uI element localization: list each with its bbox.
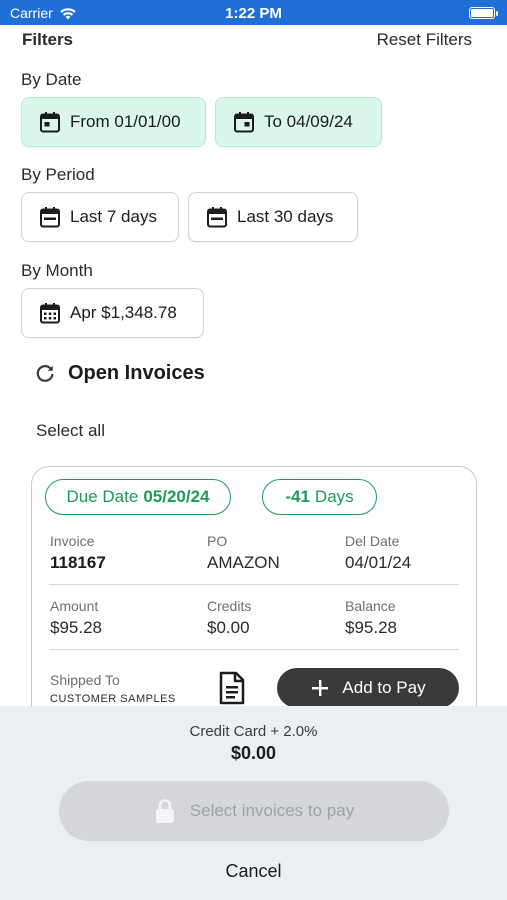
plus-icon bbox=[312, 680, 329, 696]
payment-total: $0.00 bbox=[230, 743, 277, 763]
filters-header: Filters Reset Filters bbox=[22, 28, 472, 52]
page-title: Filters bbox=[22, 30, 74, 49]
last-7-days-label: Last 7 days bbox=[70, 207, 157, 226]
credits-label: Credits bbox=[207, 598, 252, 614]
calendar-icon bbox=[40, 112, 60, 133]
to-date-chip[interactable]: To 04/09/24 bbox=[215, 97, 382, 147]
amount-label: Amount bbox=[50, 598, 99, 614]
select-invoices-to-pay-button[interactable]: Select invoices to pay bbox=[59, 781, 449, 841]
cancel-button[interactable]: Cancel bbox=[0, 861, 507, 882]
month-label: Apr $1,348.78 bbox=[70, 303, 177, 322]
lock-icon bbox=[155, 799, 174, 823]
by-month-label: By Month bbox=[21, 261, 93, 280]
po-value: AMAZON bbox=[207, 553, 280, 572]
due-date-value: 05/20/24 bbox=[143, 487, 210, 506]
calendar-icon bbox=[234, 112, 254, 133]
from-date-chip[interactable]: From 01/01/00 bbox=[21, 97, 206, 147]
add-to-pay-label: Add to Pay bbox=[342, 678, 426, 697]
shipped-to-value: CUSTOMER SAMPLES bbox=[50, 693, 176, 705]
invoice-label: Invoice bbox=[50, 533, 95, 549]
divider bbox=[49, 649, 459, 650]
shipped-to-label: Shipped To bbox=[50, 672, 120, 688]
calendar-week-icon bbox=[40, 207, 60, 228]
open-invoices-header: Open Invoices bbox=[34, 362, 205, 385]
from-date-label: From 01/01/00 bbox=[70, 112, 181, 131]
due-date-pill: Due Date 05/20/24 bbox=[45, 479, 231, 515]
add-to-pay-button[interactable]: Add to Pay bbox=[277, 668, 459, 708]
by-period-label: By Period bbox=[21, 165, 95, 184]
last-7-days-chip[interactable]: Last 7 days bbox=[21, 192, 179, 242]
fee-label: Credit Card + 2.0% bbox=[189, 723, 318, 740]
payment-sheet: Credit Card + 2.0% $0.00 Select invoices… bbox=[0, 706, 507, 900]
balance-value: $95.28 bbox=[345, 618, 397, 637]
open-invoices-title: Open Invoices bbox=[68, 362, 205, 384]
calendar-month-icon bbox=[40, 303, 60, 324]
del-date-value: 04/01/24 bbox=[345, 553, 412, 572]
invoice-number: 118167 bbox=[50, 553, 106, 572]
balance-label: Balance bbox=[345, 598, 396, 614]
last-30-days-label: Last 30 days bbox=[237, 207, 334, 226]
document-icon[interactable] bbox=[218, 671, 246, 705]
month-chip[interactable]: Apr $1,348.78 bbox=[21, 288, 204, 338]
battery-icon bbox=[469, 7, 498, 19]
credits-value: $0.00 bbox=[207, 618, 250, 637]
reset-filters-button[interactable]: Reset Filters bbox=[377, 30, 472, 50]
by-date-label: By Date bbox=[21, 70, 82, 89]
days-suffix: Days bbox=[314, 487, 354, 506]
clock: 1:22 PM bbox=[225, 5, 282, 22]
days-pill: -41 Days bbox=[262, 479, 377, 515]
divider bbox=[49, 584, 459, 585]
po-label: PO bbox=[207, 533, 228, 549]
status-bar: Carrier 1:22 PM bbox=[0, 0, 507, 25]
days-value: -41 bbox=[285, 487, 310, 506]
del-date-label: Del Date bbox=[345, 533, 400, 549]
last-30-days-chip[interactable]: Last 30 days bbox=[188, 192, 358, 242]
calendar-week-icon bbox=[207, 207, 227, 228]
refresh-icon[interactable] bbox=[34, 363, 56, 385]
due-date-prefix: Due Date bbox=[66, 487, 139, 506]
pay-button-label: Select invoices to pay bbox=[189, 801, 355, 820]
to-date-label: To 04/09/24 bbox=[264, 112, 353, 131]
select-all-button[interactable]: Select all bbox=[36, 421, 105, 441]
invoice-card[interactable]: Due Date 05/20/24 -41 Days Invoice 118167 … bbox=[31, 466, 477, 726]
amount-value: $95.28 bbox=[50, 618, 102, 637]
